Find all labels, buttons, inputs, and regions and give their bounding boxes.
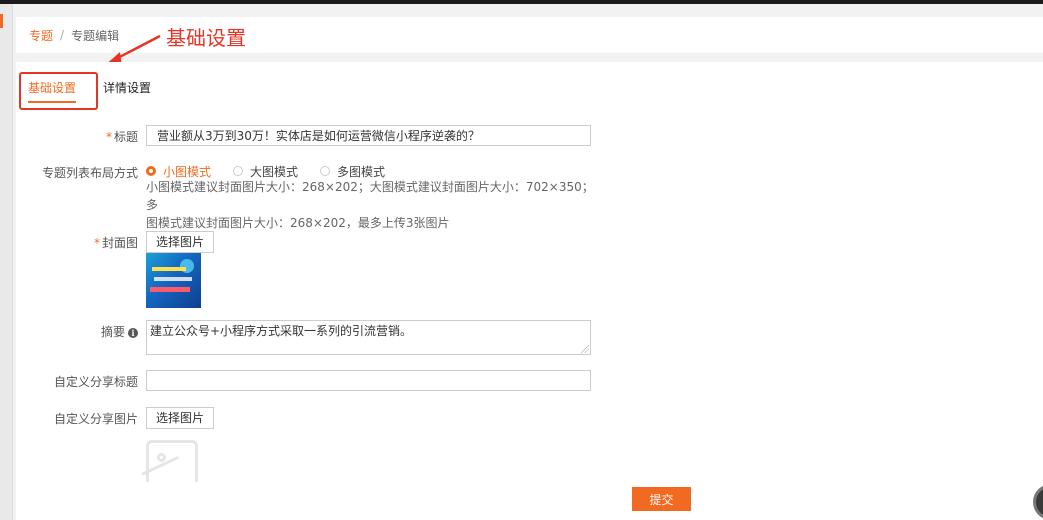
annotation-label: 基础设置 (166, 26, 246, 50)
cover-select-image-button[interactable]: 选择图片 (146, 231, 215, 253)
left-sidebar-strip (0, 4, 13, 520)
radio-dot (233, 166, 244, 176)
submit-button[interactable]: 提交 (632, 487, 691, 511)
required-mark: * (105, 130, 112, 144)
thumb-deco (150, 287, 190, 292)
layout-radio-group: 小图模式 大图模式 多图模式 (146, 163, 407, 179)
thumb-deco (152, 267, 186, 271)
radio-large-mode-label: 大图模式 (250, 164, 299, 179)
annotation-highlight-box (19, 72, 98, 110)
breadcrumb-separator: / (60, 28, 65, 42)
required-mark: * (93, 236, 100, 250)
breadcrumb-parent-link[interactable]: 专题 (29, 27, 53, 44)
tab-detail-settings[interactable]: 详情设置 (103, 79, 151, 109)
sidebar-accent (0, 14, 3, 28)
cover-label-text: 封面图 (101, 236, 138, 250)
share-select-image-button[interactable]: 选择图片 (146, 407, 215, 429)
radio-dot (320, 166, 331, 176)
radio-multi-mode[interactable]: 多图模式 (320, 163, 385, 180)
layout-hint-line2: 图模式建议封面图片大小：268×202，最多上传3张图片 (146, 216, 450, 230)
title-label: * 标题 (106, 128, 138, 145)
layout-hint-line1: 小图模式建议封面图片大小：268×202；大图模式建议封面图片大小：702×35… (146, 180, 594, 212)
share-image-label: 自定义分享图片 (53, 412, 138, 426)
cover-image-thumbnail[interactable] (146, 253, 201, 308)
layout-label: 专题列表布局方式 (41, 166, 138, 180)
share-title-label: 自定义分享标题 (53, 375, 138, 389)
summary-label-text: 摘要 (100, 325, 125, 339)
radio-small-mode-label: 小图模式 (163, 164, 212, 179)
radio-large-mode[interactable]: 大图模式 (233, 163, 298, 180)
layout-hint: 小图模式建议封面图片大小：268×202；大图模式建议封面图片大小：702×35… (146, 178, 596, 232)
summary-label: 摘要 i (101, 323, 138, 340)
radio-multi-mode-label: 多图模式 (337, 164, 386, 179)
summary-text: 建立公众号+小程序方式采取一系列的引流营销。 (150, 324, 413, 338)
summary-textarea[interactable]: 建立公众号+小程序方式采取一系列的引流营销。 (146, 320, 591, 355)
radio-dot (146, 166, 156, 176)
main-panel: 基础设置 详情设置 *标题 专题列表布局方式 小图模式 大图模式 多图模式 小图… (16, 62, 1043, 520)
image-placeholder-icon (141, 440, 198, 501)
info-icon[interactable]: i (128, 328, 138, 338)
cover-label: * 封面图 (94, 234, 138, 251)
resize-grip-icon[interactable] (581, 345, 589, 353)
thumb-deco (154, 277, 192, 281)
share-title-input[interactable] (146, 370, 591, 391)
tab-detail-settings-label: 详情设置 (103, 81, 152, 95)
top-bar (0, 0, 1043, 4)
title-input[interactable] (146, 125, 591, 146)
radio-small-mode[interactable]: 小图模式 (146, 163, 211, 180)
placeholder-hill (141, 455, 191, 501)
summary-row: 摘要 i 建立公众号+小程序方式采取一系列的引流营销。 (16, 320, 1043, 355)
title-label-text: 标题 (113, 130, 138, 144)
